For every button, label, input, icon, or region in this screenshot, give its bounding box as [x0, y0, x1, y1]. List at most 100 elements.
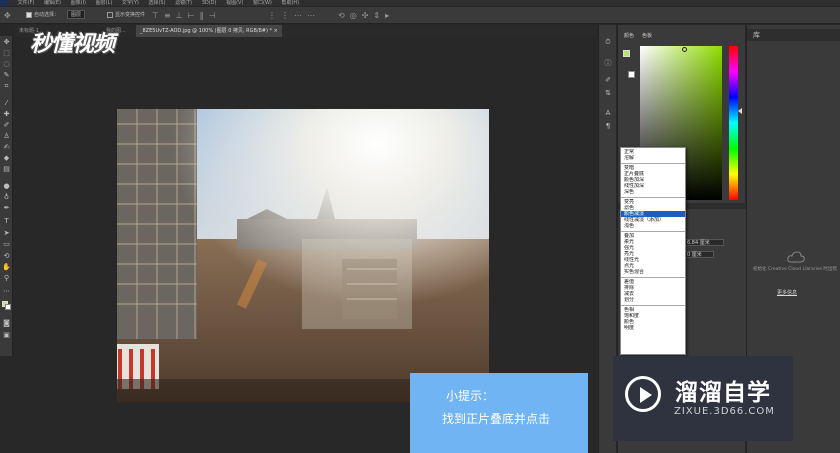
3d-rotate-icon[interactable]: ⟲ — [338, 7, 345, 24]
menu-image[interactable]: 图像(I) — [71, 0, 86, 6]
menu-type[interactable]: 文字(Y) — [122, 0, 139, 6]
history-panel-icon[interactable]: ⏱ — [603, 37, 613, 47]
distribute-icon[interactable]: ⋯ — [307, 7, 315, 24]
path-select-tool-icon[interactable]: ➤ — [2, 229, 11, 238]
align-top-icon[interactable]: ⊤ — [152, 7, 159, 24]
libraries-tab-bar: 库 — [747, 29, 840, 41]
3d-scale-icon[interactable]: ▸ — [385, 7, 389, 24]
healing-tool-icon[interactable]: ✚ — [2, 110, 11, 119]
color-picker-cursor[interactable] — [682, 47, 687, 52]
width-field[interactable]: 6.84 厘米 — [684, 239, 724, 246]
distribute-icon[interactable]: ⋮ — [268, 7, 276, 24]
blend-mode-dropdown[interactable]: 正常 溶解 变暗 正片叠底 颜色加深 线性加深 深色 变亮 滤色 颜色减淡 线性… — [620, 147, 686, 355]
menu-select[interactable]: 选择(S) — [148, 0, 165, 6]
more-info-link[interactable]: 更多信息 — [777, 289, 797, 296]
photo-illustration — [117, 109, 489, 402]
menu-layer[interactable]: 图层(L) — [96, 0, 113, 6]
align-middle-icon[interactable]: ≡ — [164, 7, 171, 24]
menu-window[interactable]: 窗口(W) — [253, 0, 272, 6]
hue-slider-handle-icon[interactable] — [738, 108, 742, 114]
3d-tool-icon[interactable]: ⟲ — [2, 252, 11, 261]
paragraph-panel-icon[interactable]: ¶ — [603, 121, 613, 131]
tab-color[interactable]: 颜色 — [624, 32, 634, 39]
align-center-icon[interactable]: ‖ — [200, 7, 204, 24]
gradient-tool-icon[interactable]: ▤ — [2, 165, 11, 174]
info-panel-icon[interactable]: ⓘ — [603, 58, 613, 68]
menu-file[interactable]: 文件(F) — [18, 0, 35, 6]
menu-bar: 文件(F) 编辑(E) 图像(I) 图层(L) 文字(Y) 选择(S) 滤镜(T… — [0, 0, 840, 6]
distribute-icon[interactable]: ⋮ — [281, 7, 289, 24]
tab-active-document[interactable]: _8ZE5UvTZ-AOD.jpg @ 100% (图层 0 拷贝, RGB/8… — [136, 25, 282, 37]
menu-filter[interactable]: 滤镜(T) — [175, 0, 192, 6]
eraser-tool-icon[interactable]: ◆ — [2, 154, 11, 163]
cloud-icon — [787, 251, 805, 263]
history-brush-tool-icon[interactable]: ✍ — [2, 143, 11, 152]
3d-slide-icon[interactable]: ⇕ — [373, 7, 380, 24]
type-tool-icon[interactable]: T — [2, 217, 11, 226]
photoshop-window: 文件(F) 编辑(E) 图像(I) 图层(L) 文字(Y) 选择(S) 滤镜(T… — [0, 0, 840, 453]
dodge-tool-icon[interactable]: ♁ — [2, 193, 11, 202]
libraries-error-message: 初始化 Creative Cloud Libraries 时出错 — [753, 267, 837, 272]
crop-tool-icon[interactable]: ⌗ — [2, 82, 11, 91]
document-image[interactable] — [117, 109, 489, 402]
menu-edit[interactable]: 编辑(E) — [44, 0, 61, 6]
zoom-tool-icon[interactable]: ⚲ — [2, 274, 11, 283]
eyedropper-tool-icon[interactable]: ⁄ — [2, 99, 11, 108]
tab-libraries[interactable]: 库 — [753, 30, 760, 40]
blend-option[interactable]: 溶解 — [621, 155, 685, 161]
blend-group-lighten: 变亮 滤色 颜色减淡 线性减淡（添加） 浅色 — [621, 198, 685, 232]
marquee-tool-icon[interactable]: ⬚ — [2, 49, 11, 58]
blend-option[interactable]: 划分 — [621, 297, 685, 303]
shape-tool-icon[interactable]: ▭ — [2, 240, 11, 249]
foreground-color-swatch[interactable] — [623, 50, 630, 57]
blend-option[interactable]: 明度 — [621, 325, 685, 331]
offset-field[interactable]: 0 厘米 — [684, 251, 714, 258]
auto-select-dropdown[interactable]: 图层 — [67, 7, 86, 24]
more-tools-icon[interactable]: ⋯ — [2, 287, 11, 296]
play-triangle-icon — [640, 387, 652, 403]
screen-mode-icon[interactable]: ▣ — [2, 331, 11, 340]
blend-option[interactable]: 实色混合 — [621, 269, 685, 275]
move-tool-icon[interactable]: ✥ — [2, 38, 11, 47]
background-color-swatch[interactable] — [628, 71, 635, 78]
align-buttons[interactable]: ⊤ ≡ ⊥ ⊢ ‖ ⊣ — [152, 7, 221, 25]
align-right-icon[interactable]: ⊣ — [209, 7, 216, 24]
align-bottom-icon[interactable]: ⊥ — [176, 7, 183, 24]
move-tool-icon[interactable]: ✥ — [4, 7, 16, 25]
brand-name: 溜溜自学 — [675, 380, 771, 406]
distribute-buttons[interactable]: ⋮ ⋮ ⋯ ⋯ — [268, 7, 320, 25]
show-transform-checkbox[interactable]: 显示变换控件 — [107, 7, 145, 24]
clone-stamp-tool-icon[interactable]: ♙ — [2, 132, 11, 141]
pen-tool-icon[interactable]: ✒ — [2, 204, 11, 213]
quick-select-tool-icon[interactable]: ✎ — [2, 71, 11, 80]
brush-tool-icon[interactable]: ✐ — [2, 121, 11, 130]
character-panel-icon[interactable]: A — [603, 108, 613, 118]
distribute-icon[interactable]: ⋯ — [294, 7, 302, 24]
3d-mode-buttons[interactable]: ⟲ ◎ ✣ ⇕ ▸ — [338, 7, 394, 25]
brush-panel-icon[interactable]: ✐ — [603, 75, 613, 85]
menu-3d[interactable]: 3D(D) — [202, 0, 217, 6]
tab-close-icon[interactable]: × — [274, 28, 278, 34]
auto-select-checkbox[interactable]: 自动选择： — [26, 7, 59, 24]
menu-help[interactable]: 帮助(H) — [281, 0, 299, 6]
quick-mask-icon[interactable]: ◙ — [2, 319, 11, 328]
tools-panel: ✥ ⬚ ◌ ✎ ⌗ ⁄ ✚ ✐ ♙ ✍ ◆ ▤ ● ♁ ✒ T ➤ ▭ ⟲ ✋ … — [0, 36, 13, 356]
background-color-swatch[interactable] — [5, 304, 11, 310]
lasso-tool-icon[interactable]: ◌ — [2, 60, 11, 69]
blend-option[interactable]: 深色 — [621, 189, 685, 195]
hue-slider[interactable] — [729, 46, 738, 200]
zixue-watermark: 溜溜自学 ZIXUE.3D66.COM — [613, 356, 793, 441]
align-left-icon[interactable]: ⊢ — [188, 7, 195, 24]
adjustments-panel-icon[interactable]: ⇅ — [603, 88, 613, 98]
tab-swatches[interactable]: 色板 — [642, 32, 652, 39]
blur-tool-icon[interactable]: ● — [2, 182, 11, 191]
tip-title: 小提示： — [446, 389, 495, 403]
tip-body: 找到正片叠底并点击 — [442, 412, 551, 426]
hand-tool-icon[interactable]: ✋ — [2, 263, 11, 272]
menu-view[interactable]: 视图(V) — [226, 0, 243, 6]
3d-roll-icon[interactable]: ◎ — [350, 7, 357, 24]
blend-option[interactable]: 浅色 — [621, 223, 685, 229]
checkbox-icon — [107, 11, 113, 18]
blend-group-hue: 色相 饱和度 颜色 明度 — [621, 306, 685, 333]
3d-drag-icon[interactable]: ✣ — [362, 7, 369, 24]
